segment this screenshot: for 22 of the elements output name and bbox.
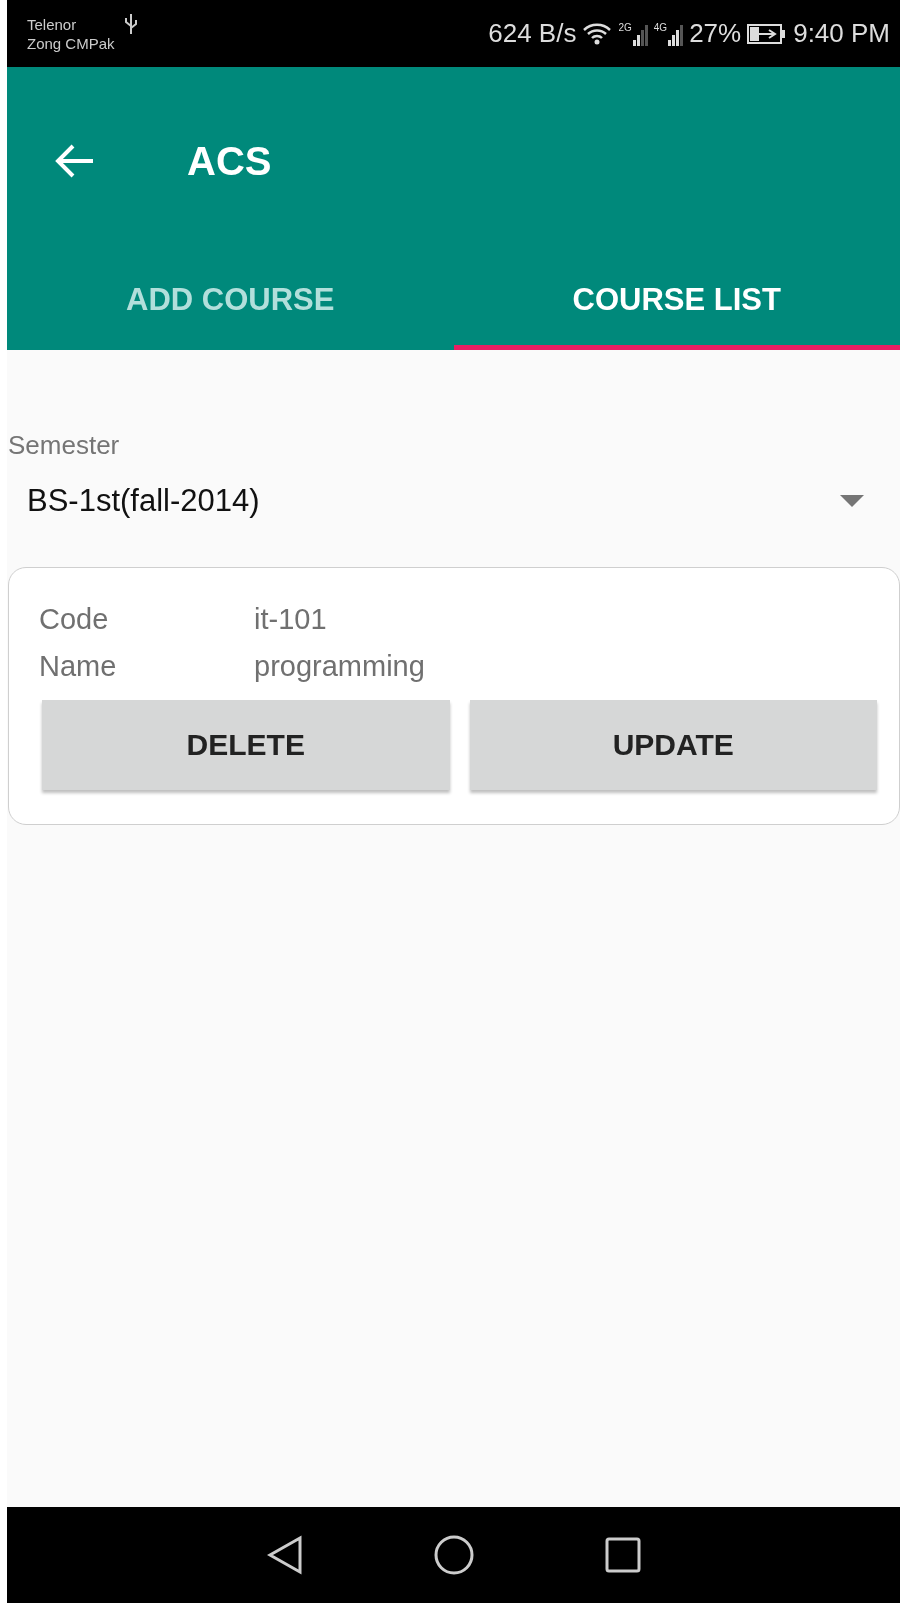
app-title: ACS	[187, 138, 272, 184]
field-label: Semester	[8, 430, 120, 461]
carrier-name: Telenor	[27, 14, 78, 34]
action-button[interactable]: UPDATE	[469, 700, 877, 790]
usb-icon	[122, 12, 139, 36]
back-arrow-icon[interactable]	[55, 143, 95, 179]
tab[interactable]: COURSE LIST	[453, 255, 900, 350]
battery-percent: 27%	[689, 18, 742, 49]
semester-dropdown[interactable]: BS-1st(fall-2014)	[7, 461, 900, 527]
carrier-name: Zong CMPak	[27, 33, 115, 53]
recents-icon[interactable]	[604, 1537, 641, 1573]
network-speed: 624 B/s	[488, 18, 577, 49]
field-label: Code	[39, 602, 110, 637]
wifi-icon	[582, 21, 613, 46]
back-icon[interactable]	[266, 1535, 303, 1575]
action-button[interactable]: DELETE	[42, 700, 450, 790]
clock: 9:40 PM	[793, 18, 890, 49]
dropdown-caret-icon	[840, 495, 864, 507]
field-label: Name	[39, 649, 118, 684]
field-value: programming	[254, 649, 425, 684]
home-icon[interactable]	[432, 1534, 475, 1576]
field-value: it-101	[254, 602, 327, 637]
